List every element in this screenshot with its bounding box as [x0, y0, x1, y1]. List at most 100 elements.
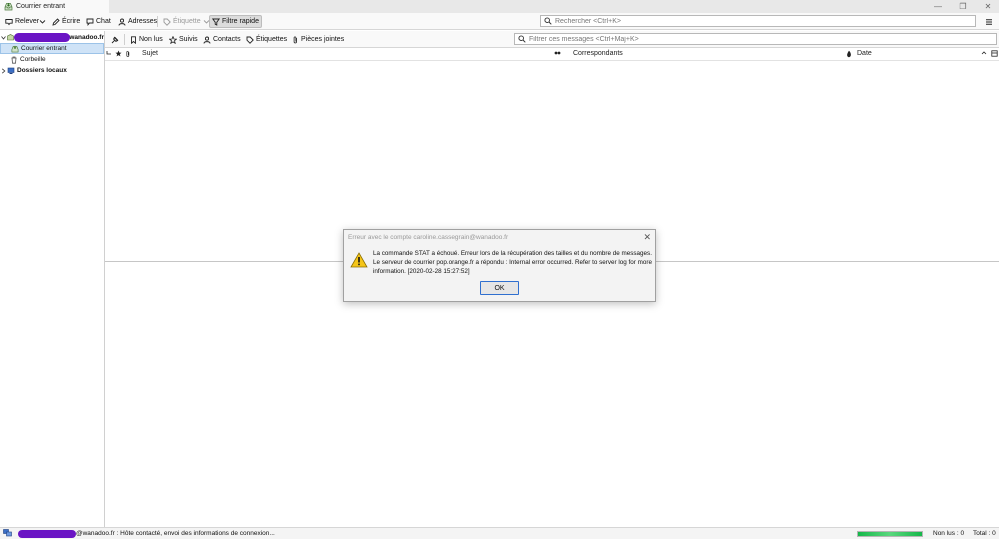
- chevron-right-icon: [1, 67, 6, 74]
- progress-bar-fill: [858, 532, 922, 536]
- unread-count: Non lus : 0: [933, 530, 965, 537]
- filter-starred-label: Suivis: [179, 36, 198, 43]
- pin-icon: [111, 36, 119, 44]
- bookmark-icon: [130, 35, 137, 44]
- restore-icon: ❐: [959, 2, 967, 11]
- chat-label: Chat: [96, 18, 111, 25]
- column-subject[interactable]: Sujet: [142, 50, 158, 57]
- filter-attachments-button[interactable]: Pièces jointes: [290, 33, 346, 46]
- filter-contacts-label: Contacts: [213, 36, 241, 43]
- tag-label: Étiquette: [173, 18, 201, 25]
- folder-pane: @wanadoo.fr Courrier entrant Corbeille D…: [0, 31, 105, 527]
- address-book-button[interactable]: Adresses: [116, 15, 159, 28]
- column-picker-icon[interactable]: [991, 50, 998, 57]
- filter-icon: [212, 18, 220, 26]
- main-toolbar: Relever Écrire Chat Adresses Étiquette F…: [0, 13, 999, 30]
- app-menu-button[interactable]: [983, 15, 995, 28]
- status-message: @wanadoo.fr : Hôte contacté, envoi des i…: [76, 530, 275, 537]
- close-icon: ✕: [643, 232, 651, 242]
- download-icon: [5, 18, 13, 26]
- search-icon: [544, 17, 552, 25]
- close-window-button[interactable]: ✕: [975, 0, 999, 13]
- hamburger-menu-icon: [985, 18, 993, 26]
- pencil-icon: [52, 17, 60, 26]
- folder-local-folders-label: Dossiers locaux: [17, 67, 67, 74]
- minimize-button[interactable]: —: [925, 0, 951, 13]
- inbox-icon: [4, 2, 13, 11]
- filter-contacts-button[interactable]: Contacts: [201, 33, 243, 46]
- address-book-icon: [118, 18, 126, 26]
- tab-strip: [109, 0, 999, 13]
- status-bar: @wanadoo.fr : Hôte contacté, envoi des i…: [0, 527, 999, 539]
- column-correspondents[interactable]: Correspondants: [573, 50, 623, 57]
- chat-icon: [86, 18, 94, 26]
- attachment-column-icon[interactable]: [125, 50, 131, 58]
- dialog-close-button[interactable]: ✕: [643, 232, 651, 243]
- inbox-icon: [11, 45, 19, 53]
- star-icon: [115, 50, 122, 57]
- contact-icon: [203, 36, 211, 44]
- search-icon: [518, 35, 526, 43]
- get-messages-label: Relever: [15, 18, 40, 25]
- column-date[interactable]: Date: [857, 50, 872, 57]
- account-icon: [7, 34, 14, 41]
- filter-tags-button[interactable]: Étiquettes: [244, 33, 289, 46]
- filter-starred-button[interactable]: Suivis: [167, 33, 200, 46]
- write-label: Écrire: [62, 18, 81, 25]
- star-icon: [169, 35, 177, 44]
- junk-status-column-icon[interactable]: [846, 50, 852, 58]
- redacted-account-name: [18, 530, 76, 538]
- read-status-column-icon[interactable]: [554, 50, 561, 56]
- tag-icon: [163, 18, 171, 26]
- title-bar: Courrier entrant — ❐ ✕: [0, 0, 999, 13]
- close-icon: ✕: [984, 2, 992, 11]
- filter-messages-input[interactable]: [529, 35, 996, 43]
- folder-trash[interactable]: Corbeille: [0, 54, 104, 65]
- get-messages-dropdown[interactable]: [37, 15, 48, 28]
- thread-icon: [106, 50, 112, 58]
- filter-unread-button[interactable]: Non lus: [128, 33, 165, 46]
- filter-separator: [124, 34, 125, 45]
- star-column-icon[interactable]: [115, 50, 122, 57]
- quick-filter-button[interactable]: Filtre rapide: [209, 15, 262, 28]
- tag-icon: [246, 36, 254, 44]
- get-messages-button[interactable]: Relever: [3, 15, 41, 28]
- thread-column-icon[interactable]: [106, 50, 112, 58]
- dialog-title: Erreur avec le compte caroline.cassegrai…: [348, 234, 509, 241]
- online-status-icon[interactable]: [3, 529, 12, 537]
- trash-icon: [10, 56, 18, 64]
- filter-messages-box[interactable]: [514, 33, 997, 45]
- sort-ascending-icon[interactable]: [981, 50, 987, 56]
- folder-local-folders[interactable]: Dossiers locaux: [0, 65, 104, 76]
- tab-inbox[interactable]: Courrier entrant: [0, 0, 109, 13]
- ok-button[interactable]: OK: [480, 281, 519, 295]
- redacted-account-name: [14, 33, 70, 42]
- progress-bar: [857, 531, 923, 537]
- global-search-input[interactable]: [555, 17, 975, 25]
- filter-attachments-label: Pièces jointes: [301, 36, 345, 43]
- folder-trash-label: Corbeille: [20, 56, 46, 63]
- read-status-icon: [554, 50, 561, 56]
- folder-inbox-label: Courrier entrant: [21, 45, 67, 52]
- tab-title: Courrier entrant: [16, 3, 66, 10]
- folder-account[interactable]: @wanadoo.fr: [0, 32, 104, 43]
- chevron-down-icon: [39, 18, 46, 25]
- dialog-message: La commande STAT a échoué. Erreur lors d…: [373, 250, 652, 275]
- quick-filter-label: Filtre rapide: [222, 18, 259, 25]
- filter-unread-label: Non lus: [139, 36, 163, 43]
- maximize-button[interactable]: ❐: [950, 0, 976, 13]
- quick-filter-bar: Non lus Suivis Contacts Étiquettes Pièce…: [105, 31, 999, 48]
- sticky-filter-button[interactable]: [109, 33, 121, 46]
- tag-button[interactable]: Étiquette: [161, 15, 212, 28]
- minimize-icon: —: [934, 2, 942, 11]
- error-dialog: Erreur avec le compte caroline.cassegrai…: [343, 229, 656, 302]
- total-count: Total : 0: [973, 530, 996, 537]
- global-search-box[interactable]: [540, 15, 976, 27]
- toolbar-separator: [157, 16, 158, 27]
- paperclip-icon: [292, 36, 299, 44]
- flame-icon: [846, 50, 852, 58]
- write-button[interactable]: Écrire: [50, 15, 82, 28]
- folder-inbox[interactable]: Courrier entrant: [0, 43, 104, 54]
- paperclip-icon: [125, 50, 131, 58]
- chat-button[interactable]: Chat: [84, 15, 113, 28]
